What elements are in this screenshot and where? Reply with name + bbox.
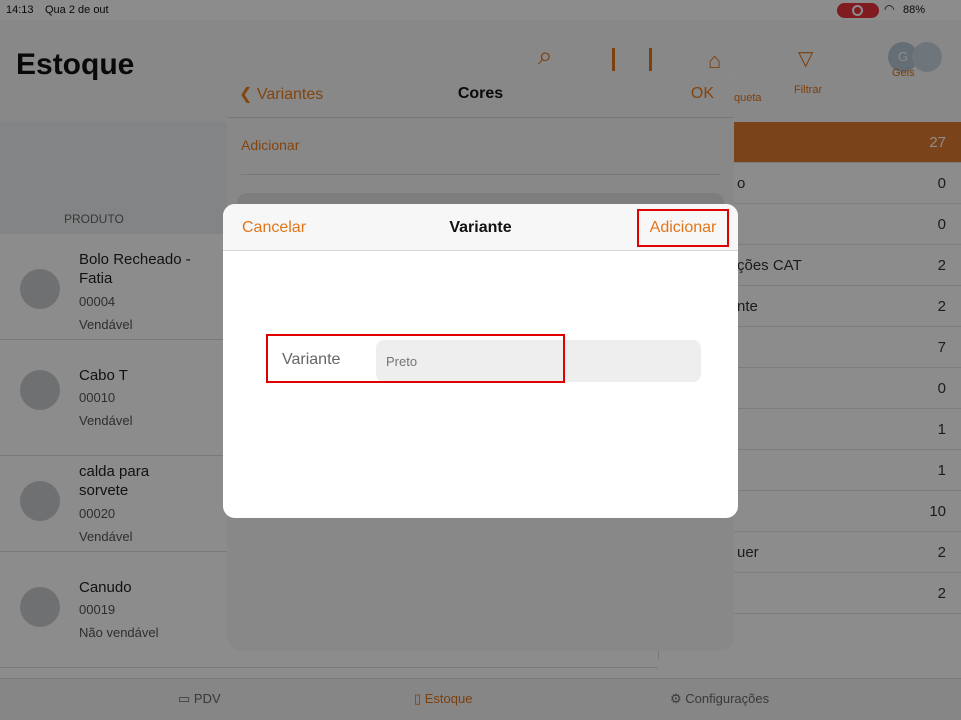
dialog-nav-bar: Cancelar Variante Adicionar	[223, 204, 738, 251]
variant-input[interactable]	[376, 340, 563, 382]
add-variant-button[interactable]: Adicionar	[637, 209, 729, 247]
variante-dialog: Cancelar Variante Adicionar Variante	[223, 204, 738, 518]
variant-field-label: Variante	[282, 351, 341, 368]
